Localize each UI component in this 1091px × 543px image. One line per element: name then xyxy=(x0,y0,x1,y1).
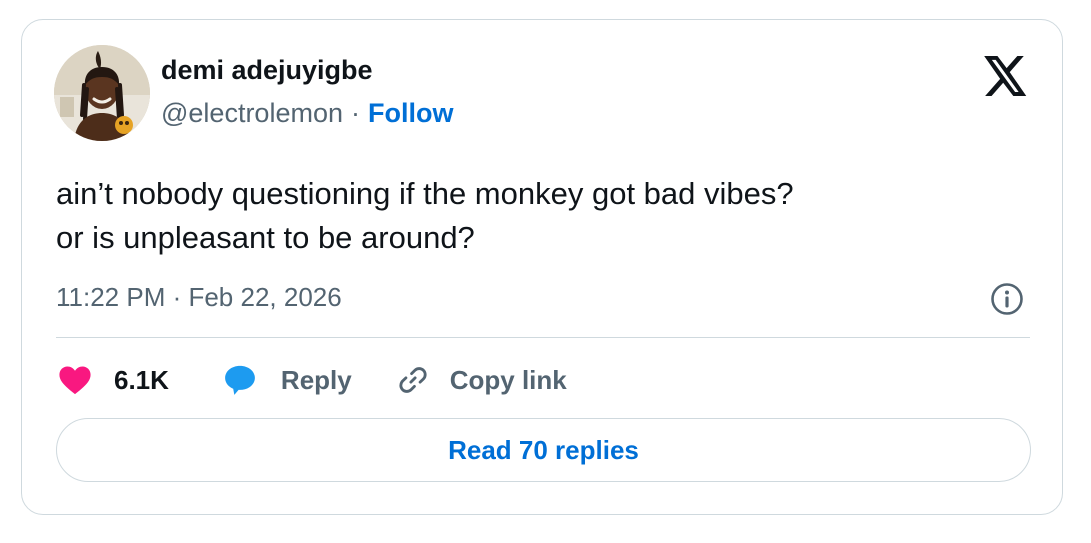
link-icon xyxy=(399,367,427,393)
tweet-text-line: or is unpleasant to be around? xyxy=(56,220,475,255)
author-handle[interactable]: @electrolemon xyxy=(161,98,343,128)
author-handle-row: @electrolemon · Follow xyxy=(161,98,453,129)
action-bar: 6.1K Reply Copy link xyxy=(58,360,567,400)
like-button[interactable]: 6.1K xyxy=(58,365,169,396)
reply-bubble-icon xyxy=(225,365,255,395)
reply-button[interactable]: Reply xyxy=(223,363,352,397)
tweet-card: demi adejuyigbe @electrolemon · Follow ain… xyxy=(21,19,1063,515)
tweet-text: ain’t nobody questioning if the monkey g… xyxy=(56,172,1036,260)
tweet-timestamp[interactable]: 11:22 PM · Feb 22, 2026 xyxy=(56,282,342,313)
like-count: 6.1K xyxy=(114,364,169,395)
separator-dot: · xyxy=(351,98,360,128)
avatar[interactable] xyxy=(54,45,150,141)
avatar-image xyxy=(54,45,150,141)
info-icon[interactable] xyxy=(990,282,1024,316)
x-logo-icon[interactable] xyxy=(984,56,1028,96)
author-display-name[interactable]: demi adejuyigbe xyxy=(161,55,373,86)
copy-link-label: Copy link xyxy=(449,364,567,395)
reply-label: Reply xyxy=(280,364,352,395)
read-replies-button[interactable]: Read 70 replies xyxy=(56,418,1031,482)
tweet-text-line: ain’t nobody questioning if the monkey g… xyxy=(56,176,794,211)
copy-link-button[interactable]: Copy link xyxy=(396,363,567,397)
divider xyxy=(56,337,1030,338)
heart-icon xyxy=(59,366,91,395)
follow-link[interactable]: Follow xyxy=(368,98,453,128)
